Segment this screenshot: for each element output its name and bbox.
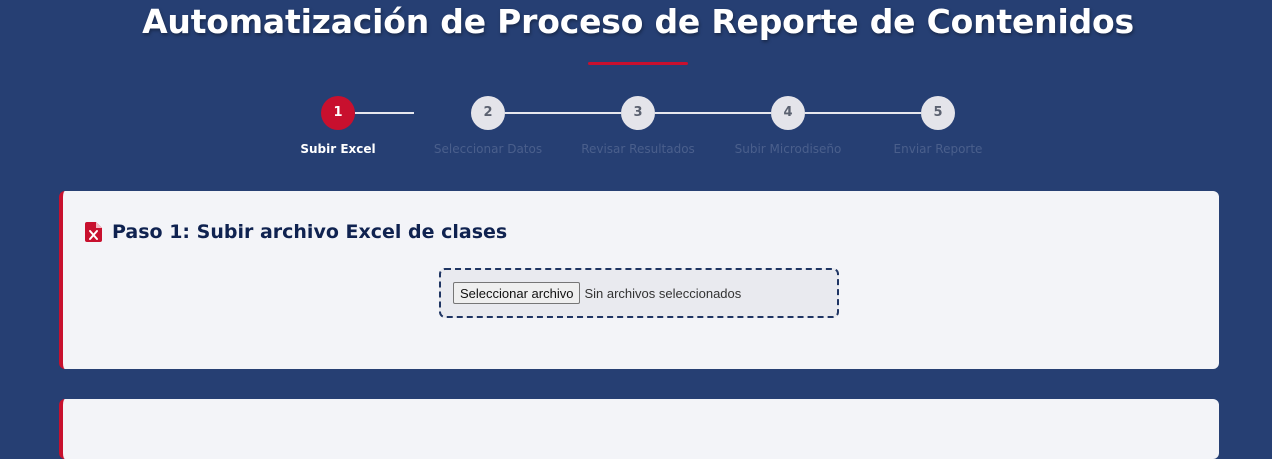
step-number: 5	[921, 96, 955, 130]
step-2-card	[59, 399, 1219, 459]
step-2[interactable]: 2 Seleccionar Datos	[408, 96, 568, 156]
step-number: 3	[621, 96, 655, 130]
file-excel-icon	[85, 222, 102, 242]
step-4[interactable]: 4 Subir Microdiseño	[708, 96, 868, 156]
progress-stepper: 1 Subir Excel 2 Seleccionar Datos 3 Revi…	[0, 0, 1272, 170]
step-number: 4	[771, 96, 805, 130]
step-number: 2	[471, 96, 505, 130]
step-5[interactable]: 5 Enviar Reporte	[858, 96, 1018, 156]
step-label: Seleccionar Datos	[433, 142, 543, 156]
step-label: Subir Microdiseño	[734, 142, 842, 156]
step-3[interactable]: 3 Revisar Resultados	[558, 96, 718, 156]
step-1[interactable]: 1 Subir Excel	[258, 96, 418, 156]
file-dropzone[interactable]: Seleccionar archivo Sin archivos selecci…	[439, 268, 839, 318]
step-number: 1	[321, 96, 355, 130]
file-status-text: Sin archivos seleccionados	[584, 285, 742, 301]
step-label: Revisar Resultados	[581, 142, 695, 156]
card-header: Paso 1: Subir archivo Excel de clases	[85, 221, 507, 243]
card-title: Paso 1: Subir archivo Excel de clases	[112, 221, 508, 243]
step-label: Subir Excel	[300, 142, 376, 156]
step-1-card: Paso 1: Subir archivo Excel de clases Se…	[59, 191, 1219, 369]
choose-file-button[interactable]: Seleccionar archivo	[453, 282, 581, 304]
step-label: Enviar Reporte	[893, 142, 983, 156]
